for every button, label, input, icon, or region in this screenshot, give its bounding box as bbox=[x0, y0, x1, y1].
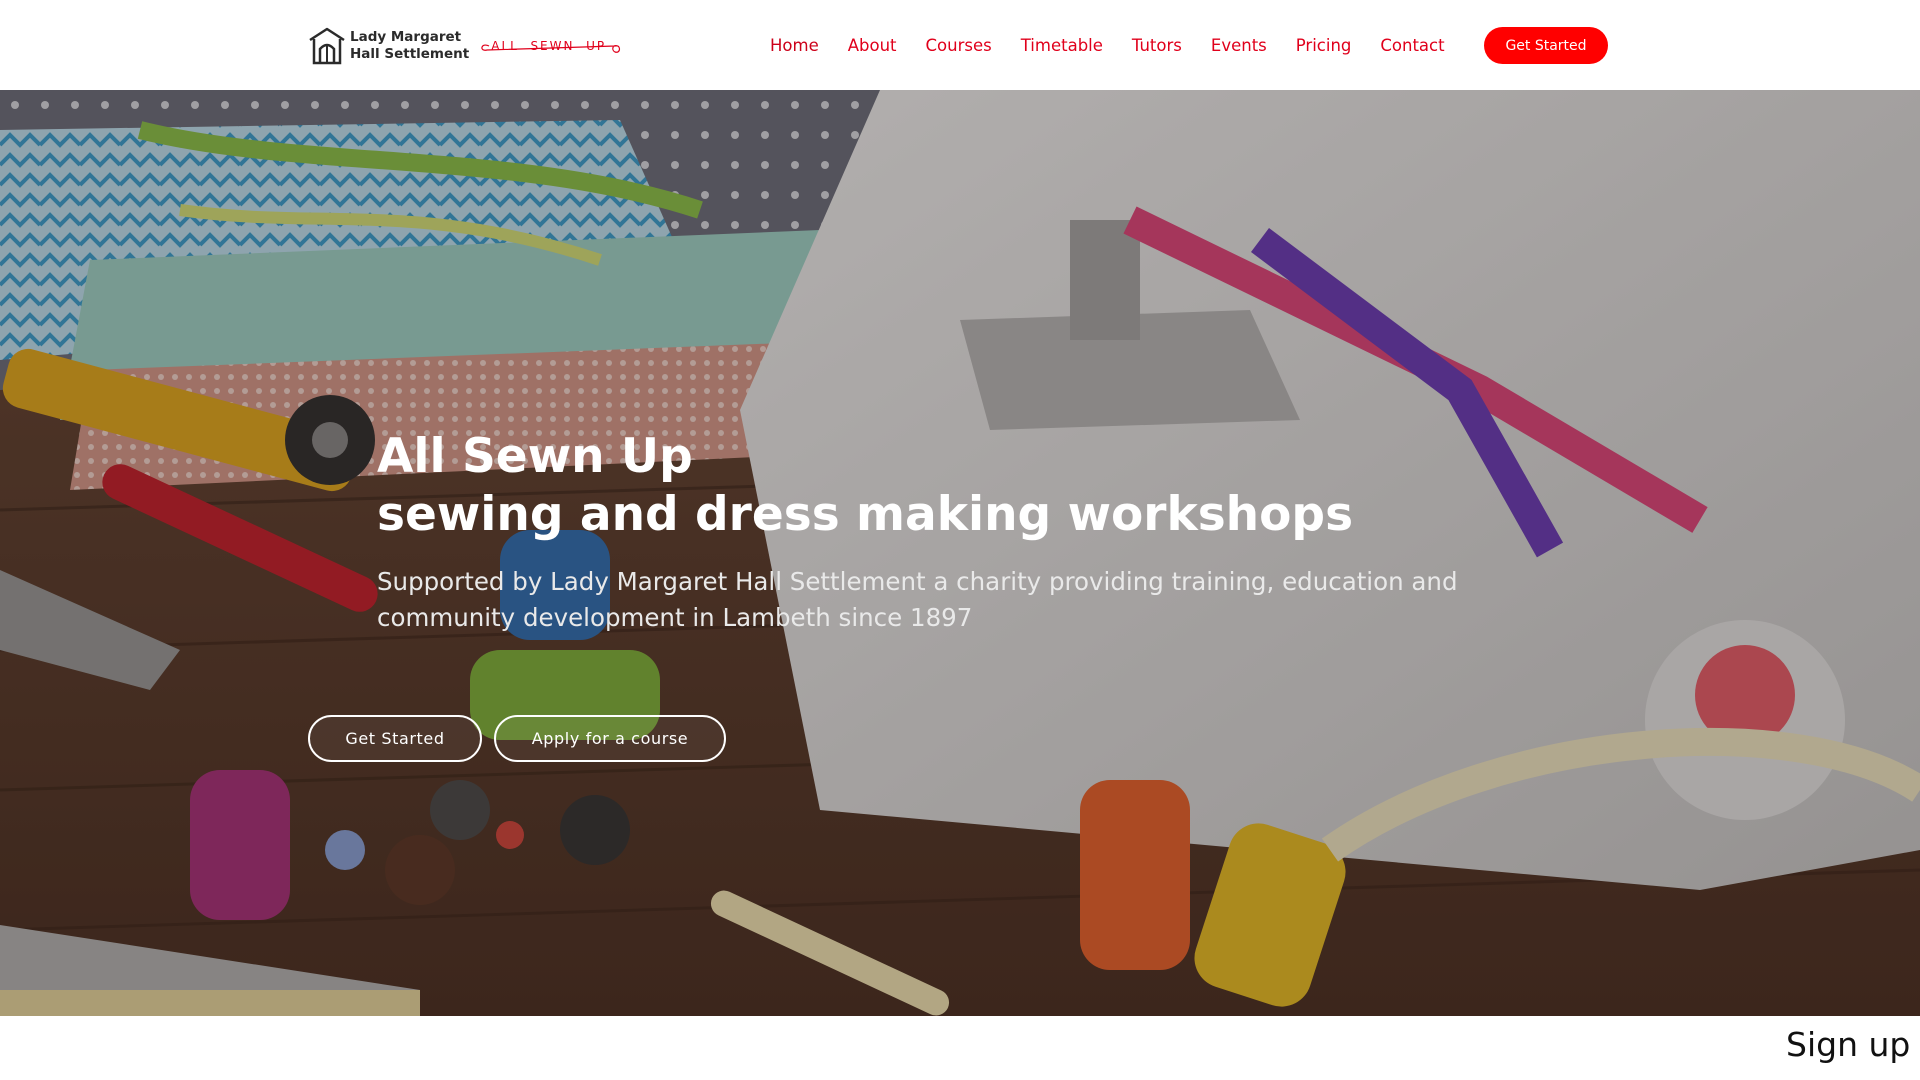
site-header: Lady Margaret Hall Settlement ALL SEWN U… bbox=[0, 0, 1920, 90]
nav-item-events[interactable]: Events bbox=[1211, 36, 1267, 55]
logo-line-1: Lady Margaret bbox=[350, 29, 462, 45]
main-nav: Home About Courses Timetable Tutors Even… bbox=[770, 28, 1474, 62]
logo-name: Lady Margaret Hall Settlement bbox=[350, 29, 469, 63]
hero-title-line-2: sewing and dress making workshops bbox=[377, 487, 1354, 542]
apply-for-course-button[interactable]: Apply for a course bbox=[494, 715, 726, 762]
hero-title-line-1: All Sewn Up bbox=[377, 429, 693, 484]
house-icon bbox=[309, 27, 345, 65]
hero-overlay bbox=[0, 90, 1920, 1016]
nav-item-timetable[interactable]: Timetable bbox=[1021, 36, 1103, 55]
hero-section: All Sewn Up sewing and dress making work… bbox=[0, 90, 1920, 1016]
hero-title: All Sewn Up sewing and dress making work… bbox=[377, 428, 1477, 544]
logo-tagline-text: ALL SEWN UP bbox=[491, 39, 607, 53]
nav-item-pricing[interactable]: Pricing bbox=[1296, 36, 1352, 55]
sign-up-heading: Sign up n bbox=[1786, 1025, 1920, 1064]
nav-item-about[interactable]: About bbox=[848, 36, 897, 55]
site-logo[interactable]: Lady Margaret Hall Settlement ALL SEWN U… bbox=[308, 26, 621, 66]
header-get-started-button[interactable]: Get Started bbox=[1484, 27, 1608, 64]
nav-item-tutors[interactable]: Tutors bbox=[1132, 36, 1182, 55]
hero-get-started-button[interactable]: Get Started bbox=[308, 715, 482, 762]
logo-tagline: ALL SEWN UP bbox=[475, 34, 621, 58]
nav-item-contact[interactable]: Contact bbox=[1380, 36, 1444, 55]
nav-item-courses[interactable]: Courses bbox=[926, 36, 992, 55]
nav-item-home[interactable]: Home bbox=[770, 36, 819, 55]
hero-subtitle: Supported by Lady Margaret Hall Settleme… bbox=[377, 567, 1458, 632]
logo-line-2: Hall Settlement bbox=[350, 46, 470, 62]
